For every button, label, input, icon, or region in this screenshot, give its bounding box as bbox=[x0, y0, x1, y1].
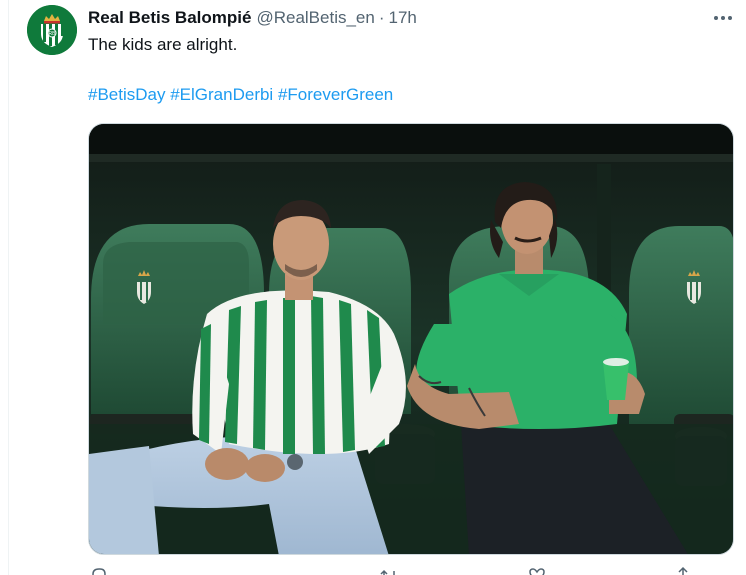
share-icon[interactable] bbox=[674, 566, 692, 575]
timeline-divider bbox=[8, 0, 9, 575]
real-betis-crest-icon: RB bbox=[27, 5, 77, 55]
reply-icon[interactable] bbox=[90, 566, 108, 575]
more-options-icon bbox=[714, 16, 732, 20]
tweet-header: Real Betis Balompié @RealBetis_en · 17h bbox=[88, 6, 417, 30]
author-display-name[interactable]: Real Betis Balompié bbox=[88, 6, 251, 30]
tweet-action-bar bbox=[88, 566, 734, 575]
like-icon[interactable] bbox=[528, 566, 546, 575]
betis-crest-seat-emblem-icon bbox=[137, 270, 151, 304]
betis-crest-seat-emblem-icon bbox=[687, 270, 701, 304]
tweet-text: The kids are alright. bbox=[88, 35, 238, 54]
retweet-icon[interactable] bbox=[380, 566, 398, 575]
tweet-hashtags: #BetisDay #ElGranDerbi #ForeverGreen bbox=[88, 84, 393, 106]
tweet-timestamp[interactable]: 17h bbox=[389, 6, 417, 30]
hashtag-link-forevergreen[interactable]: #ForeverGreen bbox=[278, 85, 393, 104]
author-avatar[interactable]: RB bbox=[27, 5, 77, 55]
svg-text:RB: RB bbox=[49, 31, 57, 37]
hashtag-link-betisday[interactable]: #BetisDay bbox=[88, 85, 165, 104]
hashtag-link-elgranderbi[interactable]: #ElGranDerbi bbox=[170, 85, 273, 104]
more-options-button[interactable] bbox=[706, 6, 740, 30]
author-handle[interactable]: @RealBetis_en bbox=[256, 6, 374, 30]
tweet-media-photo[interactable] bbox=[88, 123, 734, 555]
photo-illustration bbox=[89, 124, 733, 554]
tweet-page: RB Real Betis Balompié @RealBetis_en · 1… bbox=[0, 0, 746, 575]
header-separator: · bbox=[378, 8, 385, 27]
